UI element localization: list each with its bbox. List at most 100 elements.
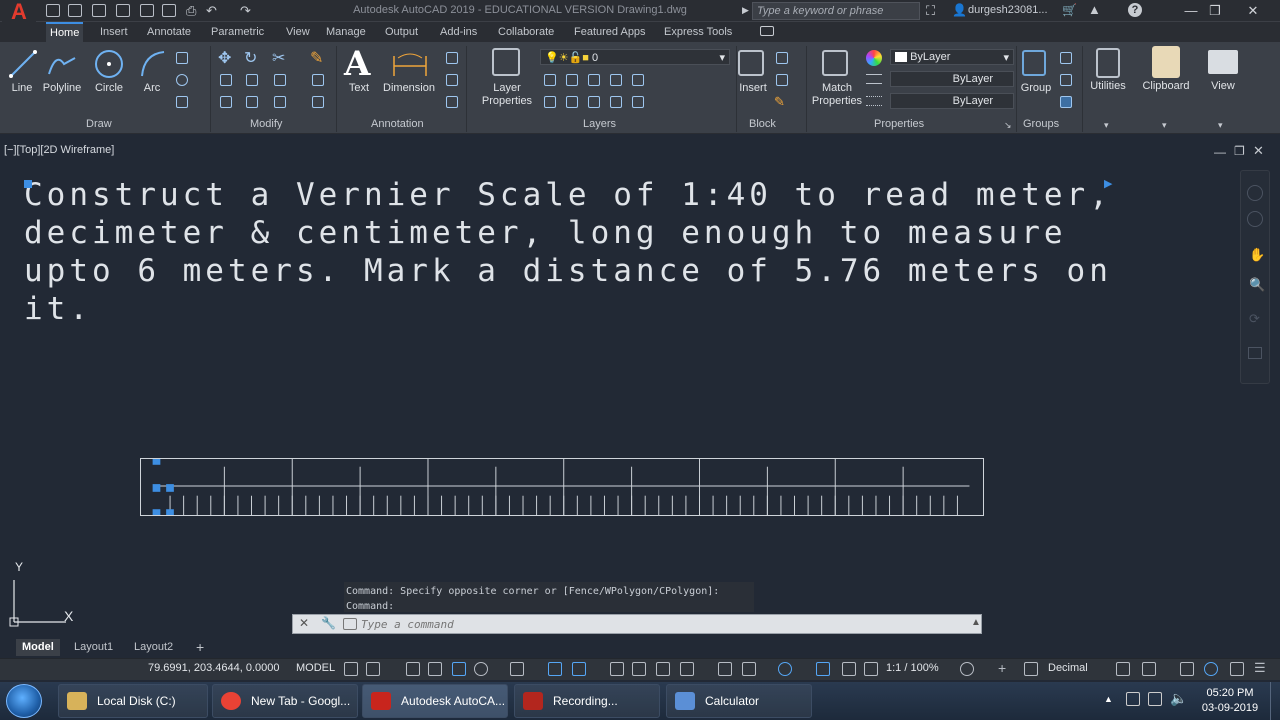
group-select-icon[interactable] <box>1060 96 1072 108</box>
isodraft-icon[interactable] <box>510 662 524 676</box>
save-as-icon[interactable] <box>116 4 130 17</box>
view-icon[interactable] <box>1208 50 1238 74</box>
circle-button[interactable]: Circle <box>92 82 126 94</box>
block-panel-label[interactable]: Block <box>749 118 776 130</box>
start-button-icon[interactable] <box>6 684 42 718</box>
binoculars-icon[interactable]: ⛶ <box>926 3 935 19</box>
viewport-controls[interactable]: [−][Top][2D Wireframe] <box>4 144 114 156</box>
tab-model[interactable]: Model <box>16 639 60 656</box>
command-input[interactable] <box>361 617 961 632</box>
taskbar-item-local-disk[interactable]: Local Disk (C:) <box>58 684 208 718</box>
orbit-icon[interactable]: ⟳ <box>1249 311 1260 327</box>
steering-wheel-icon[interactable] <box>1247 185 1263 201</box>
utilities-button[interactable]: Utilities <box>1088 80 1128 92</box>
insert-button[interactable]: Insert <box>736 82 770 94</box>
undo-icon[interactable]: ↶ <box>206 3 217 19</box>
rotate-icon[interactable]: ↻ <box>244 48 257 68</box>
viewport-close-icon[interactable]: ✕ <box>1253 143 1264 159</box>
hatch-icon[interactable] <box>176 96 188 108</box>
save-icon[interactable] <box>92 4 106 17</box>
explode-icon[interactable] <box>312 74 324 86</box>
layer-isolate-icon[interactable] <box>566 74 578 86</box>
text-icon[interactable]: A <box>344 44 370 84</box>
lock-ui-icon[interactable] <box>1142 662 1156 676</box>
line-button[interactable]: Line <box>8 82 36 94</box>
linetype-dropdown[interactable]: ByLayer <box>890 71 1014 87</box>
table-icon[interactable] <box>446 96 458 108</box>
pan-icon[interactable]: ✋ <box>1249 247 1265 263</box>
annotation-scale[interactable]: 1:1 / 100% <box>886 662 939 674</box>
show-desktop-button[interactable] <box>1270 682 1280 720</box>
mleader-icon[interactable] <box>446 74 458 86</box>
model-space-toggle[interactable]: MODEL <box>296 662 335 674</box>
clipboard-dropdown-icon[interactable]: ▾ <box>1162 120 1167 131</box>
group-edit-icon[interactable] <box>1060 74 1072 86</box>
viewport-minimize-icon[interactable]: — <box>1214 145 1226 159</box>
copy-icon[interactable] <box>220 74 232 86</box>
annotation-visibility-icon[interactable] <box>816 662 830 676</box>
navigation-bar[interactable]: ✋ 🔍 ⟳ <box>1240 170 1270 384</box>
layer-properties-icon[interactable] <box>492 48 520 76</box>
groups-panel-label[interactable]: Groups <box>1023 118 1059 130</box>
tab-manage[interactable]: Manage <box>322 22 370 42</box>
circle-icon[interactable] <box>93 48 125 80</box>
view-dropdown-icon[interactable]: ▾ <box>1218 120 1223 131</box>
snap-icon[interactable] <box>366 662 380 676</box>
system-clock[interactable]: 05:20 PM 03-09-2019 <box>1200 686 1260 716</box>
customization-menu-icon[interactable]: ☰ <box>1254 661 1268 676</box>
exchange-icon[interactable]: ▲ <box>1088 2 1101 17</box>
line-icon[interactable] <box>8 48 38 80</box>
polar-tracking-icon[interactable] <box>474 662 488 676</box>
hardware-acceleration-icon[interactable] <box>1204 662 1218 676</box>
print-icon[interactable]: ⎙ <box>186 3 200 18</box>
vernier-scale-drawing[interactable] <box>140 458 984 516</box>
rectangle-icon[interactable] <box>176 52 188 64</box>
action-center-icon[interactable] <box>1126 692 1140 706</box>
polyline-button[interactable]: Polyline <box>40 82 84 94</box>
zoom-icon[interactable]: 🔍 <box>1249 277 1265 293</box>
selection-cycling-icon[interactable] <box>656 662 670 676</box>
plot-icon[interactable] <box>162 4 176 17</box>
taskbar-item-chrome[interactable]: New Tab - Googl... <box>212 684 358 718</box>
viewcube-icon[interactable] <box>1247 211 1263 227</box>
leader-icon[interactable] <box>446 52 458 64</box>
tab-view[interactable]: View <box>282 22 314 42</box>
view-button[interactable]: View <box>1208 80 1238 92</box>
layer-match-icon[interactable] <box>632 74 644 86</box>
taskbar-item-calculator[interactable]: Calculator <box>666 684 812 718</box>
utilities-dropdown-icon[interactable]: ▾ <box>1104 120 1109 131</box>
units-readout[interactable]: Decimal <box>1048 662 1088 674</box>
ellipse-icon[interactable] <box>176 74 188 86</box>
dimension-icon[interactable] <box>390 50 430 80</box>
web-mobile-icon[interactable] <box>140 4 154 17</box>
layers-panel-label[interactable]: Layers <box>583 118 616 130</box>
ribbon-toggle-icon[interactable] <box>760 26 774 36</box>
taskbar-item-autocad[interactable]: Autodesk AutoCA... <box>362 684 508 718</box>
user-name[interactable]: durgesh23081... <box>968 4 1048 16</box>
layer-off-icon[interactable] <box>544 74 556 86</box>
modify-panel-label[interactable]: Modify <box>250 118 282 130</box>
annotation-panel-label[interactable]: Annotation <box>371 118 424 130</box>
make-current-icon[interactable] <box>632 96 644 108</box>
maximize-icon[interactable]: ❐ <box>1204 2 1226 20</box>
network-icon[interactable] <box>1148 692 1162 706</box>
workspace-gear-icon[interactable] <box>960 662 974 676</box>
clean-screen-icon[interactable] <box>1230 662 1244 676</box>
close-icon[interactable]: ✕ <box>1242 2 1264 20</box>
layer-dropdown[interactable]: 💡☀🔓■ 0 ▾ <box>540 49 730 65</box>
gizmo-icon[interactable] <box>778 662 792 676</box>
arc-button[interactable]: Arc <box>140 82 164 94</box>
infer-constraints-icon[interactable] <box>406 662 420 676</box>
3d-osnap-icon[interactable] <box>680 662 694 676</box>
utilities-icon[interactable] <box>1096 48 1120 78</box>
properties-launcher-icon[interactable]: ↘ <box>1004 120 1012 131</box>
tab-layout1[interactable]: Layout1 <box>68 639 119 656</box>
stretch-icon[interactable] <box>220 96 232 108</box>
taskbar-item-recording[interactable]: Recording... <box>514 684 660 718</box>
polyline-icon[interactable] <box>46 48 78 80</box>
tab-output[interactable]: Output <box>381 22 422 42</box>
tab-featured-apps[interactable]: Featured Apps <box>570 22 650 42</box>
tab-collaborate[interactable]: Collaborate <box>494 22 558 42</box>
layer-properties-button[interactable]: Layer Properties <box>478 82 536 108</box>
viewport-restore-icon[interactable]: ❐ <box>1234 144 1245 158</box>
